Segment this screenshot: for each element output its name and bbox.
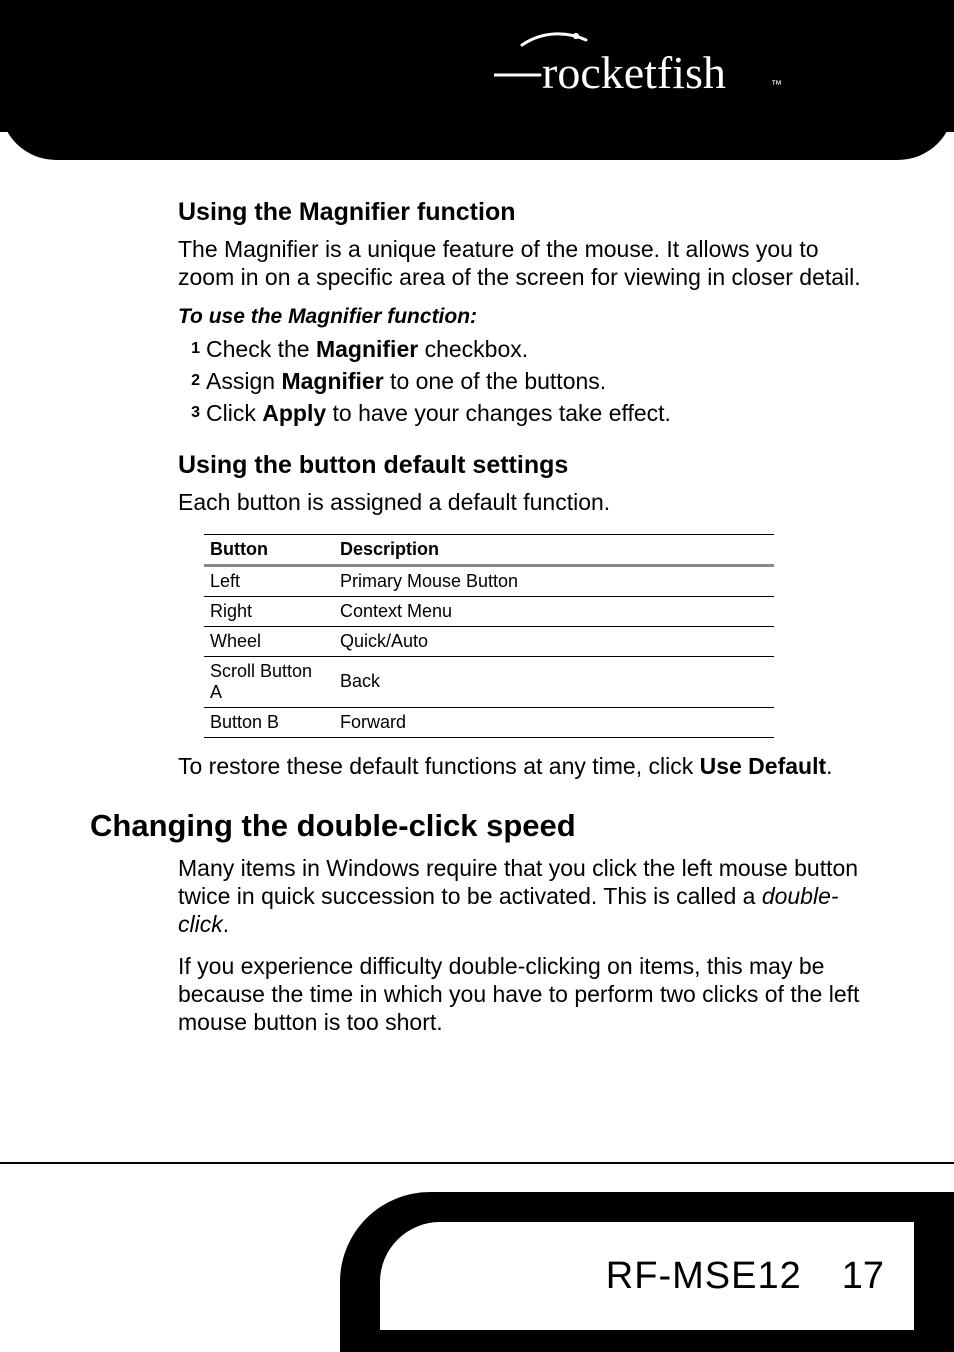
paragraph-defaults-intro: Each button is assigned a default functi…: [178, 488, 864, 516]
cell-desc: Primary Mouse Button: [334, 565, 774, 596]
text: .: [826, 753, 832, 779]
table-row: RightContext Menu: [204, 596, 774, 626]
th-description: Description: [334, 534, 774, 565]
procedure-label: To use the Magnifier function:: [178, 305, 864, 329]
paragraph-magnifier-intro: The Magnifier is a unique feature of the…: [178, 235, 864, 291]
step-text: Assign: [206, 368, 281, 394]
step-1: 1 Check the Magnifier checkbox.: [178, 335, 864, 365]
step-number: 3: [178, 403, 200, 424]
cell-button: Button B: [204, 707, 334, 737]
heading-defaults: Using the button default settings: [178, 451, 864, 480]
cell-button: Right: [204, 596, 334, 626]
step-text: to one of the buttons.: [384, 368, 607, 394]
footer-divider: [0, 1162, 954, 1164]
logo-text: rocketfish: [542, 47, 726, 98]
step-2: 2 Assign Magnifier to one of the buttons…: [178, 367, 864, 397]
cell-desc: Forward: [334, 707, 774, 737]
rocketfish-logo: rocketfish ™: [494, 30, 794, 113]
paragraph-doubleclick-2: If you experience difficulty double-clic…: [178, 952, 864, 1036]
step-text: Click: [206, 400, 262, 426]
text: Many items in Windows require that you c…: [178, 855, 858, 909]
step-3: 3 Click Apply to have your changes take …: [178, 399, 864, 429]
section-defaults: Using the button default settings Each b…: [178, 451, 864, 780]
table-row: WheelQuick/Auto: [204, 626, 774, 656]
table-header-row: Button Description: [204, 534, 774, 565]
section-magnifier: Using the Magnifier function The Magnifi…: [178, 198, 864, 429]
svg-text:™: ™: [771, 79, 782, 91]
footer-inner: RF-MSE12 17: [380, 1222, 914, 1330]
text: To restore these default functions at an…: [178, 753, 700, 779]
header-curved-bottom: [0, 104, 954, 160]
heading-magnifier: Using the Magnifier function: [178, 198, 864, 227]
steps-magnifier: 1 Check the Magnifier checkbox. 2 Assign…: [178, 335, 864, 429]
text: .: [223, 911, 229, 937]
cell-button: Left: [204, 565, 334, 596]
step-bold: Apply: [262, 400, 326, 426]
paragraph-restore-defaults: To restore these default functions at an…: [178, 752, 864, 780]
table-row: LeftPrimary Mouse Button: [204, 565, 774, 596]
step-text: to have your changes take effect.: [326, 400, 671, 426]
step-text: checkbox.: [418, 336, 528, 362]
table-row: Scroll Button ABack: [204, 656, 774, 707]
footer-page-number: 17: [842, 1255, 884, 1298]
step-bold: Magnifier: [281, 368, 383, 394]
step-number: 1: [178, 339, 200, 360]
cell-desc: Quick/Auto: [334, 626, 774, 656]
cell-desc: Back: [334, 656, 774, 707]
page-header: rocketfish ™: [0, 0, 954, 132]
cell-desc: Context Menu: [334, 596, 774, 626]
page-footer: RF-MSE12 17: [0, 1162, 954, 1352]
step-text: Check the: [206, 336, 316, 362]
cell-button: Scroll Button A: [204, 656, 334, 707]
table-row: Button BForward: [204, 707, 774, 737]
footer-model-number: RF-MSE12: [606, 1255, 802, 1298]
th-button: Button: [204, 534, 334, 565]
use-default-label: Use Default: [700, 753, 827, 779]
paragraph-doubleclick-1: Many items in Windows require that you c…: [178, 854, 864, 938]
section-doubleclick: Many items in Windows require that you c…: [178, 854, 864, 1036]
step-number: 2: [178, 371, 200, 392]
heading-doubleclick: Changing the double-click speed: [90, 808, 864, 844]
page-content: Using the Magnifier function The Magnifi…: [0, 132, 954, 1036]
page: rocketfish ™ Using the Magnifier functio…: [0, 0, 954, 1352]
cell-button: Wheel: [204, 626, 334, 656]
step-bold: Magnifier: [316, 336, 418, 362]
table-default-buttons: Button Description LeftPrimary Mouse But…: [204, 534, 774, 738]
